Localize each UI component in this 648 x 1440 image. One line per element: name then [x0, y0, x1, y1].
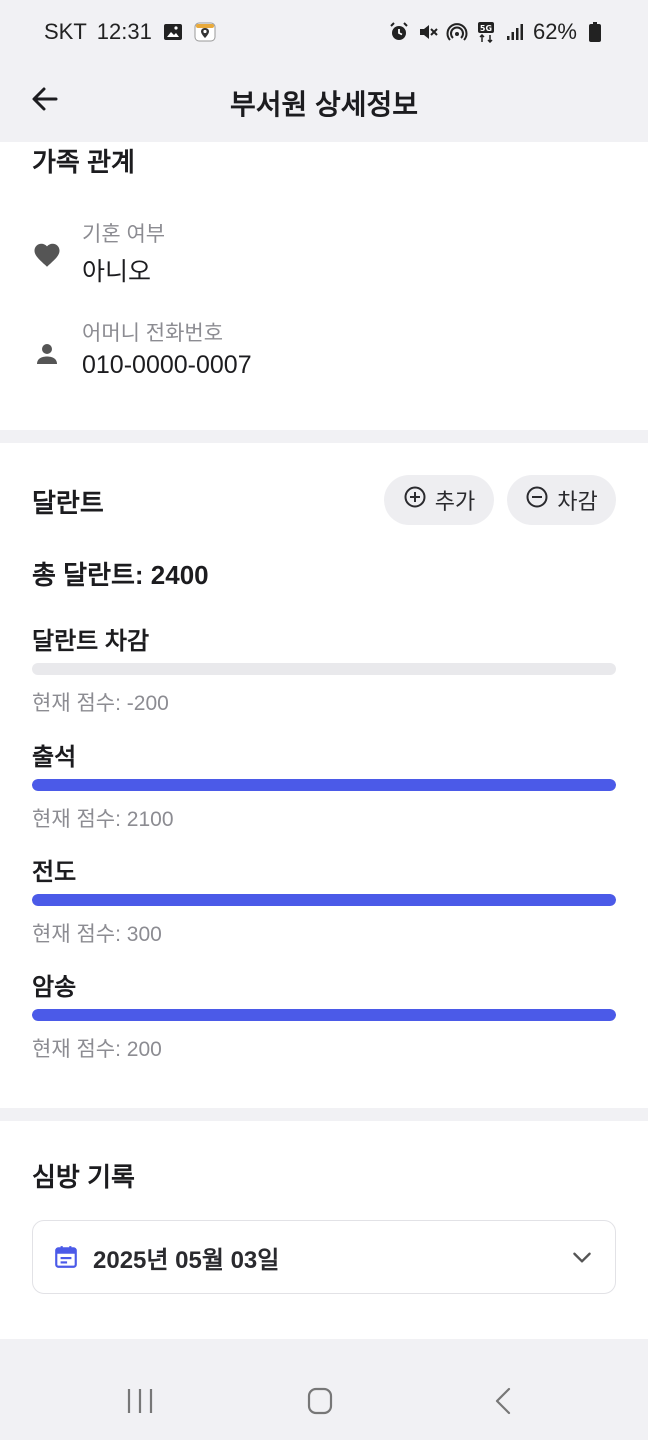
category-name: 출석: [32, 744, 77, 771]
system-nav-bar: [0, 1362, 648, 1440]
system-back-icon[interactable]: [484, 1384, 524, 1418]
person-icon: [32, 339, 62, 369]
married-value: 아니오: [82, 258, 152, 286]
talent-section-title: 달란트: [32, 488, 104, 518]
progress-track: [32, 663, 616, 675]
category-name: 전도: [32, 859, 77, 886]
calendar-icon: [53, 1244, 79, 1270]
talent-category: 출석 현재 점수: 2100: [32, 737, 616, 831]
total-talent: 총 달란트: 2400: [32, 560, 209, 590]
add-talent-button[interactable]: 추가: [384, 475, 494, 525]
progress-fill: [32, 779, 616, 791]
progress-fill: [32, 1009, 616, 1021]
married-label: 기혼 여부: [82, 223, 166, 246]
deduct-talent-label: 차감: [557, 489, 598, 514]
chevron-down-icon: [569, 1244, 595, 1270]
home-icon[interactable]: [300, 1384, 340, 1418]
category-name: 달란트 차감: [32, 628, 150, 655]
progress-track: [32, 1009, 616, 1021]
carrier-label: SKT: [44, 19, 87, 44]
hotspot-icon: [446, 21, 468, 43]
visit-card: 심방 기록 2025년 05월 03일: [0, 1121, 648, 1339]
talent-category: 전도 현재 점수: 300: [32, 852, 616, 946]
progress-track: [32, 779, 616, 791]
svg-text:5G: 5G: [480, 24, 492, 33]
battery-label: 62%: [532, 19, 577, 44]
visit-date-select[interactable]: 2025년 05월 03일: [32, 1220, 616, 1294]
app-bar: 부서원 상세정보: [0, 64, 648, 142]
family-card: 가족 관계 기혼 여부 아니오 어머니 전화번호 010-0000-0007: [0, 142, 648, 430]
mother-phone-row: 어머니 전화번호 010-0000-0007: [32, 317, 592, 397]
talent-category: 암송 현재 점수: 200: [32, 967, 616, 1061]
heart-icon: [32, 240, 62, 270]
minus-circle-icon: [525, 485, 549, 515]
category-score: 현재 점수: -200: [32, 692, 169, 715]
signal-icon: [504, 21, 526, 43]
mother-phone-value: 010-0000-0007: [82, 351, 252, 379]
alarm-icon: [388, 21, 410, 43]
image-icon: [162, 21, 184, 43]
page-title: 부서원 상세정보: [229, 89, 419, 120]
add-talent-label: 추가: [434, 489, 476, 514]
location-app-icon: [194, 21, 216, 43]
talent-category: 달란트 차감 현재 점수: -200: [32, 621, 616, 715]
category-score: 현재 점수: 2100: [32, 808, 174, 831]
arrow-left-icon[interactable]: [28, 82, 62, 116]
mute-icon: [417, 21, 439, 43]
selected-date: 2025년 05월 03일: [93, 1246, 280, 1274]
progress-track: [32, 894, 616, 906]
progress-fill: [32, 894, 616, 906]
time-label: 12:31: [96, 19, 152, 44]
category-score: 현재 점수: 200: [32, 1038, 162, 1061]
plus-circle-icon: [403, 485, 427, 515]
recent-apps-icon[interactable]: [120, 1384, 160, 1418]
mother-phone-label: 어머니 전화번호: [82, 322, 224, 345]
5g-icon: 5G: [475, 21, 497, 43]
battery-icon: [584, 21, 606, 43]
married-row: 기혼 여부 아니오: [32, 218, 592, 298]
category-name: 암송: [32, 974, 77, 1001]
family-section-title: 가족 관계: [32, 147, 135, 177]
visit-section-title: 심방 기록: [32, 1162, 135, 1192]
category-score: 현재 점수: 300: [32, 923, 162, 946]
talent-card: 달란트 추가 차감 총 달란트: 2400 달란트 차감 현재 점수: -200…: [0, 443, 648, 1108]
deduct-talent-button[interactable]: 차감: [507, 475, 616, 525]
status-bar: SKT 12:31 5G 62%: [0, 0, 648, 64]
